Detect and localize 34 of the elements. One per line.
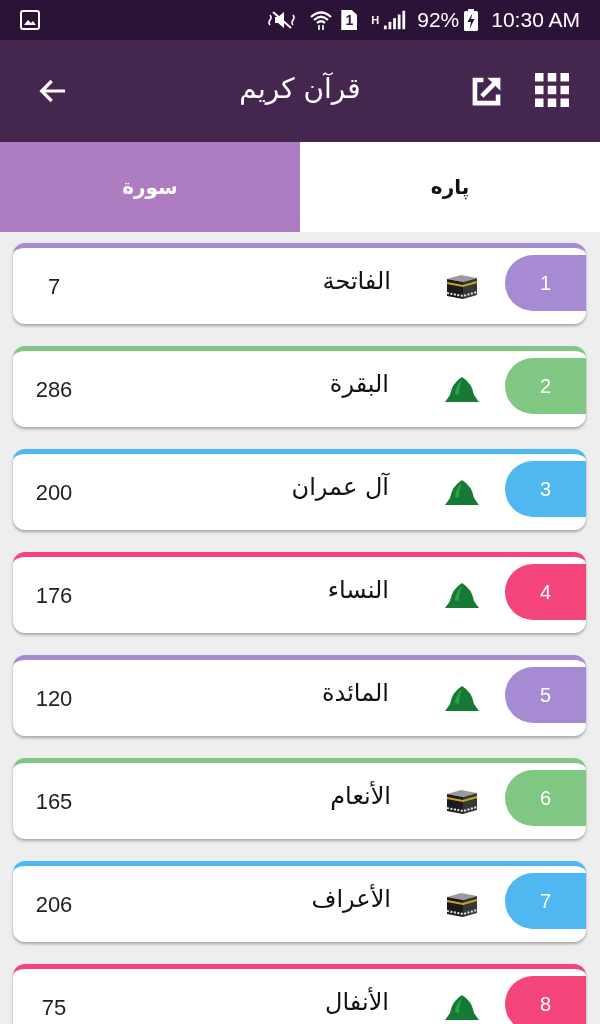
gallery-icon	[20, 10, 40, 30]
verse-count: 176	[34, 582, 74, 608]
surah-name: الأنعام	[330, 780, 391, 812]
network-type-label: H	[371, 14, 380, 26]
wifi-icon	[309, 9, 334, 31]
surah-number-badge: 4	[505, 564, 586, 620]
surah-number-badge: 2	[505, 358, 586, 414]
verse-count: 200	[34, 479, 74, 505]
surah-name: المائدة	[321, 678, 389, 709]
verse-count: 75	[40, 994, 68, 1020]
clock-time: 10:30 AM	[491, 8, 580, 32]
surah-name: آل عمران	[291, 471, 389, 503]
surah-name: البقرة	[329, 369, 389, 400]
grid-icon	[535, 72, 569, 107]
mute-icon	[267, 9, 298, 31]
surah-number-badge: 5	[505, 667, 586, 723]
surah-number-badge: 3	[505, 461, 586, 517]
surah-name: الفاتحة	[322, 266, 391, 297]
app-title: قرآن کریم	[239, 71, 361, 107]
surah-name: النساء	[327, 575, 389, 606]
verse-count: 165	[34, 788, 74, 814]
verse-count: 7	[46, 273, 62, 299]
verse-count: 286	[34, 376, 74, 402]
surah-number-badge: 6	[505, 770, 586, 826]
signal-icon	[383, 10, 408, 30]
verse-count: 120	[34, 685, 74, 711]
surah-number-badge: 8	[505, 976, 586, 1024]
surah-number-badge: 1	[505, 255, 586, 311]
verse-count: 206	[34, 891, 74, 917]
surah-name: الأنفال	[325, 986, 389, 1018]
surah-name: الأعراف	[311, 883, 391, 915]
battery-percent: 92%	[417, 8, 460, 32]
surah-number-badge: 7	[505, 873, 586, 929]
sim-slot-badge: 1	[341, 10, 358, 30]
